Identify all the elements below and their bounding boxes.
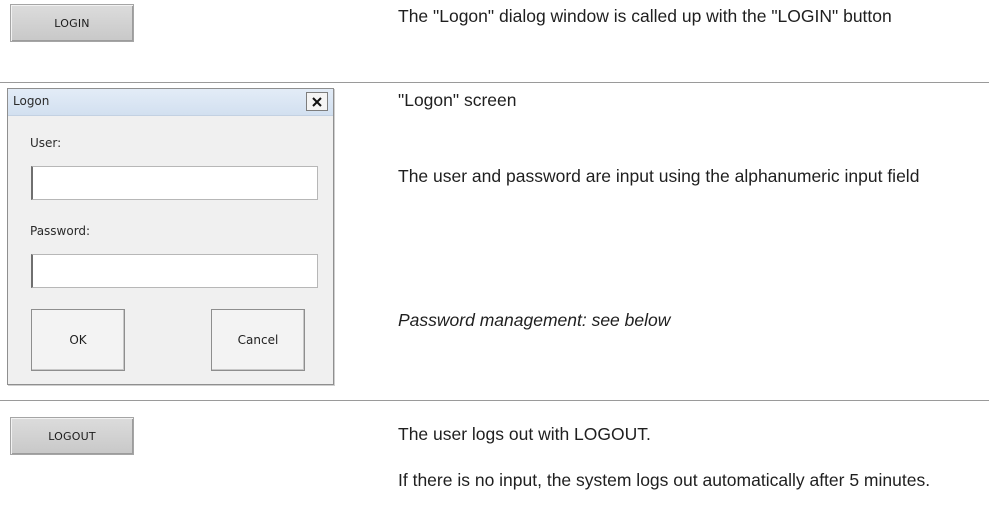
user-input[interactable]: [31, 166, 318, 200]
password-input[interactable]: [31, 254, 318, 288]
logon-heading-text: "Logon" screen: [398, 90, 517, 110]
divider-1: [0, 82, 989, 83]
dialog-titlebar: Logon: [8, 89, 333, 116]
login-button[interactable]: LOGIN: [10, 4, 134, 42]
logout-description: The user logs out with LOGOUT.: [398, 422, 978, 446]
login-description-text: The "Logon" dialog window is called up w…: [398, 6, 892, 26]
login-button-label: LOGIN: [54, 16, 90, 30]
logout-description-text: The user logs out with LOGOUT.: [398, 424, 651, 444]
logon-description-text: The user and password are input using th…: [398, 166, 920, 186]
logon-dialog: Logon User: Password: OK Cancel: [7, 88, 334, 385]
close-button[interactable]: [306, 92, 328, 111]
ok-button[interactable]: OK: [31, 309, 125, 371]
login-description: The "Logon" dialog window is called up w…: [398, 4, 978, 28]
user-label: User:: [30, 136, 62, 150]
password-management-note: Password management: see below: [398, 308, 978, 332]
ok-button-label: OK: [69, 333, 87, 347]
logout-button[interactable]: LOGOUT: [10, 417, 134, 455]
auto-logout-note-text: If there is no input, the system logs ou…: [398, 470, 931, 490]
password-management-note-text: Password management: see below: [398, 310, 671, 330]
cancel-button-label: Cancel: [237, 333, 279, 347]
divider-2: [0, 400, 989, 401]
dialog-title: Logon: [13, 94, 50, 108]
logon-heading: "Logon" screen: [398, 88, 978, 112]
close-icon: [312, 96, 322, 107]
cancel-button[interactable]: Cancel: [211, 309, 305, 371]
logon-description: The user and password are input using th…: [398, 164, 978, 188]
password-label: Password:: [30, 224, 91, 238]
logout-button-label: LOGOUT: [48, 429, 96, 443]
auto-logout-note: If there is no input, the system logs ou…: [398, 468, 978, 492]
